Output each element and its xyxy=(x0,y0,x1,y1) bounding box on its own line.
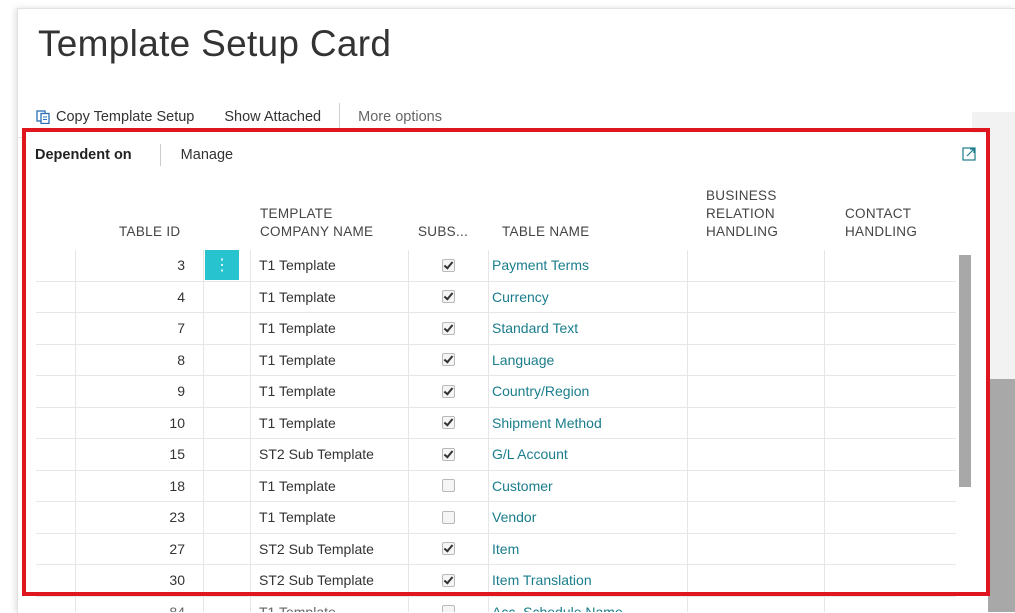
action-bar: Copy Template Setup Show Attached More o… xyxy=(36,103,442,131)
table-row[interactable]: 84 T1 Template Acc. Schedule Name xyxy=(36,596,958,612)
subs-checkbox[interactable] xyxy=(442,605,455,612)
action-separator xyxy=(339,103,341,131)
copy-icon xyxy=(36,110,50,124)
copy-template-setup-button[interactable]: Copy Template Setup xyxy=(36,109,194,125)
row-selector[interactable] xyxy=(36,596,76,612)
contact-handling-cell[interactable] xyxy=(825,596,958,612)
template-company-name-cell[interactable]: T1 Template xyxy=(251,596,409,612)
page-title: Template Setup Card xyxy=(38,23,392,64)
subs-cell[interactable] xyxy=(409,596,489,612)
more-options-label: More options xyxy=(358,109,442,125)
business-relation-handling-cell[interactable] xyxy=(688,596,825,612)
table-name-link[interactable]: Acc. Schedule Name xyxy=(489,596,688,612)
show-attached-label: Show Attached xyxy=(224,109,322,125)
more-options-button[interactable]: More options xyxy=(358,109,442,125)
show-attached-button[interactable]: Show Attached xyxy=(224,109,321,125)
table-id-cell[interactable]: 84 xyxy=(76,596,204,612)
highlight-box xyxy=(22,128,990,596)
row-actions-cell[interactable] xyxy=(204,596,251,612)
copy-template-setup-label: Copy Template Setup xyxy=(56,109,195,125)
